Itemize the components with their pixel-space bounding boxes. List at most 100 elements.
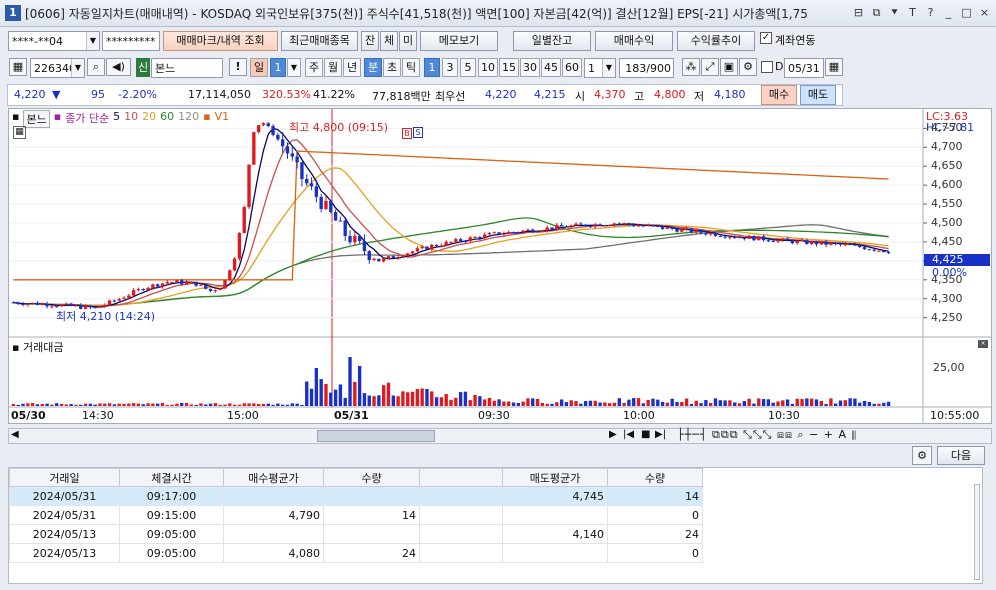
last-icon[interactable]: ▶| — [655, 429, 666, 440]
buy-button[interactable]: 매수 — [761, 85, 797, 105]
sell-button[interactable]: 매도 — [800, 85, 836, 105]
scroll-left-icon[interactable]: ◀ — [11, 429, 19, 440]
panel-close-icon[interactable]: × — [978, 340, 988, 348]
col-buy-avg[interactable]: 매수평균가 — [223, 468, 324, 487]
trade-profit-button[interactable]: 매매수익 — [595, 31, 673, 51]
table-row[interactable]: 2024/05/13 09:05:00 4,080 24 0 — [9, 543, 703, 563]
save-icon[interactable]: ▣ — [720, 58, 738, 76]
calendar-icon[interactable]: ▦ — [825, 58, 843, 76]
interval-5[interactable]: 5 — [460, 58, 476, 77]
interval-10[interactable]: 10 — [478, 58, 498, 77]
tab-balance[interactable]: 잔 — [361, 31, 379, 51]
chevron-down-icon[interactable]: ▼ — [602, 59, 615, 77]
period-year[interactable]: 년 — [343, 58, 361, 77]
col-sell-avg[interactable]: 매도평균가 — [502, 468, 608, 487]
layout-icon[interactable]: ⊟ — [851, 5, 866, 20]
period-second[interactable]: 초 — [383, 58, 401, 77]
candle-body — [26, 303, 30, 305]
memo-button[interactable]: 메모보기 — [420, 31, 498, 51]
candle-body — [511, 231, 516, 233]
period-week[interactable]: 주 — [305, 58, 323, 77]
return-trend-button[interactable]: 수익률추이 — [677, 31, 755, 51]
table-scrollbar[interactable] — [974, 484, 980, 580]
volume-bar — [781, 400, 785, 406]
legend-ma60[interactable]: 60 — [160, 110, 174, 128]
period-dropdown[interactable]: ▼ — [287, 58, 301, 77]
interval-30[interactable]: 30 — [520, 58, 540, 77]
search-icon[interactable]: ⌕ — [87, 58, 105, 76]
scroll-thumb[interactable] — [317, 430, 435, 442]
interval-60[interactable]: 60 — [562, 58, 582, 77]
drawing-tools[interactable]: ├┼─┤ ⧉⧉⧉ ⤡⤡⤡ ⧈⧈ ⌕ − + A ⦀ — [677, 428, 857, 442]
tab-executed[interactable]: 체 — [380, 31, 398, 51]
legend-stock[interactable]: 본느 — [23, 110, 50, 128]
trade-mark-query-button[interactable]: 매매마크/내역 조회 — [163, 31, 278, 51]
interval-15[interactable]: 15 — [499, 58, 519, 77]
col-exec-time[interactable]: 체결시간 — [119, 468, 224, 487]
date-checkbox[interactable] — [761, 61, 773, 73]
col-trade-date[interactable]: 거래일 — [9, 468, 120, 487]
maximize-button[interactable]: □ — [959, 5, 974, 20]
grid-toggle-icon[interactable]: ▦ — [13, 126, 26, 139]
chart-panel[interactable]: ▪ 본느 ▪ 종가 단순 5 10 20 60 120 ▪ V1 ▦ 최고 4,… — [8, 108, 992, 424]
minimize-button[interactable]: _ — [941, 5, 956, 20]
bar-count-field[interactable]: 183/900 — [619, 58, 674, 78]
stock-code-select[interactable]: 226340 ▼ — [30, 58, 85, 78]
interval-45[interactable]: 45 — [541, 58, 561, 77]
interval-3[interactable]: 3 — [442, 58, 458, 77]
period-tick[interactable]: 틱 — [402, 58, 420, 77]
col-sell-qty[interactable]: 수량 — [607, 468, 703, 487]
table-row[interactable]: 2024/05/13 09:05:00 4,140 24 — [9, 524, 703, 544]
chart-canvas[interactable] — [9, 109, 991, 423]
next-button[interactable]: 다음 — [937, 446, 985, 465]
period-month[interactable]: 월 — [324, 58, 342, 77]
date-field[interactable]: 05/31 — [784, 58, 824, 78]
account-link-checkbox[interactable]: ✓ — [760, 32, 772, 44]
legend-ma-label[interactable]: 종가 단순 — [65, 110, 109, 128]
sell-marker-icon[interactable]: S — [413, 127, 423, 138]
legend-v1[interactable]: V1 — [215, 110, 230, 128]
alert-icon[interactable]: ! — [229, 58, 247, 76]
legend-ma5[interactable]: 5 — [113, 110, 120, 128]
font-icon[interactable]: T — [905, 5, 920, 20]
help-icon[interactable]: ? — [923, 5, 938, 20]
volume-bar — [593, 400, 597, 406]
tab-unexecuted[interactable]: 미 — [399, 31, 417, 51]
pin-icon[interactable]: ⯆ — [887, 5, 902, 20]
candle-body — [708, 233, 713, 235]
chart-type-icon[interactable]: ▦ — [9, 58, 27, 76]
chevron-down-icon[interactable]: ▼ — [86, 32, 99, 50]
volume-bar — [511, 402, 516, 406]
legend-ma20[interactable]: 20 — [142, 110, 156, 128]
multiplier-select[interactable]: 1 ▼ — [584, 58, 616, 78]
stock-name-field[interactable]: 본느 — [151, 58, 223, 78]
first-icon[interactable]: |◀ — [623, 429, 634, 440]
period-minute[interactable]: 분 — [364, 58, 382, 77]
chevron-down-icon[interactable]: ▼ — [71, 59, 84, 77]
buy-marker-icon[interactable]: B — [402, 128, 412, 139]
volume-bar — [30, 403, 35, 406]
table-row[interactable]: 2024/05/31 09:17:00 4,745 14 — [9, 486, 703, 506]
scroll-right-icon[interactable]: ▶ — [609, 429, 617, 440]
col-buy-qty[interactable]: 수량 — [323, 468, 420, 487]
restore-copy-icon[interactable]: ⧉ — [869, 5, 884, 20]
period-day[interactable]: 일 — [250, 58, 268, 77]
daily-balance-button[interactable]: 일별잔고 — [513, 31, 591, 51]
legend-ma120[interactable]: 120 — [178, 110, 199, 128]
price-change-pct: -2.20% — [118, 88, 157, 101]
crosshair-icon[interactable]: ⤢ — [701, 58, 719, 76]
gear-icon[interactable]: ⚙ — [912, 446, 932, 465]
sound-icon[interactable]: ◀) — [106, 58, 131, 76]
gear-icon[interactable]: ⚙ — [739, 58, 757, 76]
period-day-count[interactable]: 1 — [270, 58, 286, 77]
legend-ma10[interactable]: 10 — [124, 110, 138, 128]
table-row[interactable]: 2024/05/31 09:15:00 4,790 14 0 — [9, 505, 703, 525]
chart-scrollbar[interactable]: ◀ ▶ |◀ ■ ▶| ├┼─┤ ⧉⧉⧉ ⤡⤡⤡ ⧈⧈ ⌕ − + A ⦀ — [8, 428, 992, 444]
close-button[interactable]: × — [977, 5, 992, 20]
password-field[interactable]: ********* — [102, 31, 160, 51]
account-select[interactable]: ****-**04 ▼ — [8, 31, 100, 51]
recent-trades-button[interactable]: 최근매매종목 — [281, 31, 358, 51]
indicator-icon[interactable]: ⁂ — [682, 58, 700, 76]
interval-1[interactable]: 1 — [424, 58, 440, 77]
stop-icon[interactable]: ■ — [641, 429, 650, 440]
